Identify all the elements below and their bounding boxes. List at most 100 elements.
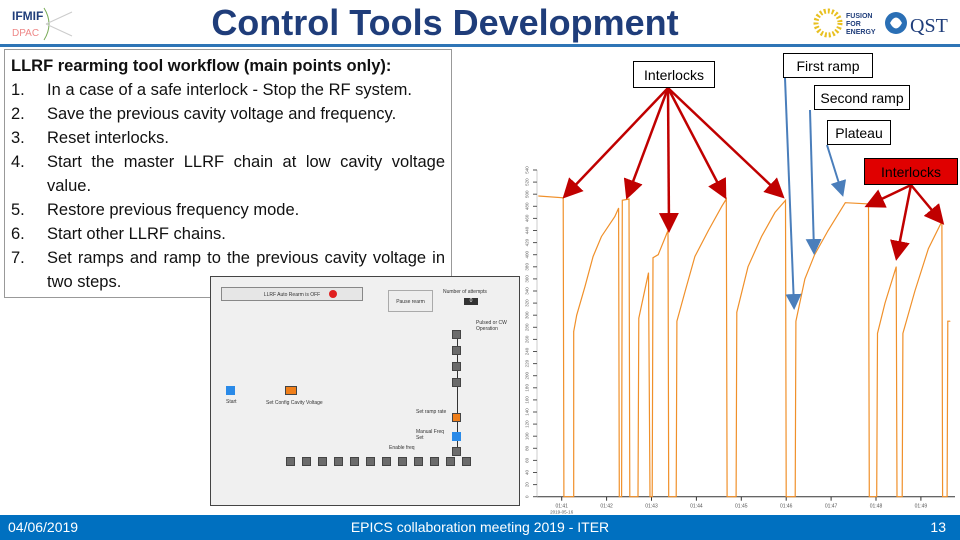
y-tick-label: 340 bbox=[525, 287, 530, 295]
data-point bbox=[621, 496, 622, 498]
step-indicator-active bbox=[452, 413, 461, 422]
start-button[interactable] bbox=[226, 386, 235, 395]
y-tick-label: 200 bbox=[525, 371, 530, 379]
data-point bbox=[877, 332, 878, 334]
step-indicator bbox=[452, 447, 461, 456]
data-point bbox=[794, 496, 796, 498]
first-ramp-callout: First ramp bbox=[783, 53, 873, 78]
step-text: Start other LLRF chains. bbox=[47, 225, 226, 243]
manual-freq-label: Manual Freq Set bbox=[416, 429, 445, 441]
freq-box bbox=[318, 457, 327, 466]
x-tick-label: 01:44 bbox=[690, 504, 703, 510]
workflow-step: 3. Reset interlocks. bbox=[11, 126, 445, 150]
data-point bbox=[694, 256, 696, 257]
step-number: 3. bbox=[11, 129, 25, 147]
data-point bbox=[884, 302, 886, 304]
data-point bbox=[676, 320, 678, 322]
workflow-step: 2. Save the previous cavity voltage and f… bbox=[11, 102, 445, 126]
svg-text:FOR: FOR bbox=[846, 21, 861, 28]
set-ramp-label: Set ramp rate bbox=[416, 409, 447, 415]
data-point bbox=[600, 236, 602, 237]
y-tick-label: 440 bbox=[525, 226, 530, 234]
y-tick-label: 240 bbox=[525, 347, 530, 355]
data-point bbox=[868, 496, 870, 498]
cavity-voltage-trace bbox=[538, 195, 951, 498]
pause-label: Pause rearm bbox=[396, 299, 425, 305]
step-text: Start the master LLRF chain at low cavit… bbox=[47, 153, 445, 195]
header-divider bbox=[0, 44, 960, 47]
x-tick-label: 01:48 bbox=[870, 504, 883, 510]
second-ramp-callout: Second ramp bbox=[814, 85, 910, 110]
y-tick-label: 80 bbox=[525, 445, 530, 451]
data-point bbox=[946, 496, 948, 498]
data-point bbox=[949, 320, 951, 322]
data-point bbox=[876, 496, 878, 498]
auto-rearm-button[interactable]: LLRF Auto Rearm is OFF bbox=[221, 287, 363, 301]
data-point bbox=[725, 198, 727, 200]
freq-box bbox=[302, 457, 311, 466]
freq-box bbox=[382, 457, 391, 466]
freq-box bbox=[430, 457, 439, 466]
plateau-callout: Plateau bbox=[827, 120, 891, 145]
step-number: 2. bbox=[11, 105, 25, 123]
set-config-label: Set Config Cavity Voltage bbox=[266, 400, 323, 406]
data-point bbox=[576, 314, 578, 316]
data-point bbox=[618, 207, 619, 209]
step-number: 5. bbox=[11, 201, 25, 219]
y-tick-label: 360 bbox=[525, 275, 530, 283]
data-point bbox=[927, 248, 929, 250]
step-number: 7. bbox=[11, 249, 25, 267]
data-point bbox=[774, 211, 776, 213]
data-point bbox=[914, 290, 916, 292]
freq-box bbox=[350, 457, 359, 466]
y-tick-label: 500 bbox=[525, 190, 530, 198]
data-point bbox=[652, 257, 654, 259]
data-point bbox=[629, 496, 631, 498]
y-tick-label: 320 bbox=[525, 299, 530, 307]
data-point bbox=[795, 320, 797, 322]
attempts-label: Number of attempts bbox=[443, 289, 487, 295]
data-point bbox=[675, 496, 677, 498]
data-point bbox=[649, 496, 651, 498]
page-number: 13 bbox=[930, 519, 946, 535]
x-tick-label: 01:49 bbox=[915, 504, 928, 510]
data-point bbox=[735, 496, 737, 498]
y-tick-label: 220 bbox=[525, 359, 530, 367]
y-tick-label: 120 bbox=[525, 420, 530, 428]
data-point bbox=[573, 496, 575, 498]
data-point bbox=[804, 278, 806, 280]
rearm-gui-screenshot: LLRF Auto Rearm is OFF Pause rearm Numbe… bbox=[210, 276, 520, 506]
step-text: In a case of a safe interlock - Stop the… bbox=[47, 81, 412, 99]
y-tick-label: 160 bbox=[525, 396, 530, 404]
data-point bbox=[563, 496, 565, 498]
footer-event: EPICS collaboration meeting 2019 - ITER bbox=[350, 519, 610, 535]
auto-rearm-label: LLRF Auto Rearm is OFF bbox=[263, 292, 321, 298]
pause-button[interactable]: Pause rearm bbox=[388, 290, 433, 312]
data-point bbox=[562, 197, 564, 199]
y-tick-label: 400 bbox=[525, 250, 530, 258]
y-tick-label: 40 bbox=[525, 470, 530, 476]
data-point bbox=[827, 230, 829, 231]
data-point bbox=[614, 216, 616, 217]
data-point bbox=[628, 198, 630, 200]
y-tick-label: 280 bbox=[525, 323, 530, 331]
data-point bbox=[657, 254, 659, 256]
x-tick-label: 01:43 bbox=[645, 504, 658, 510]
y-tick-label: 100 bbox=[525, 432, 530, 440]
x-tick-label: 01:46 bbox=[780, 504, 793, 510]
data-point bbox=[638, 317, 640, 319]
y-tick-label: 60 bbox=[525, 457, 530, 463]
data-point bbox=[648, 272, 649, 274]
interlocks-callout-2: Interlocks bbox=[864, 158, 958, 185]
data-point bbox=[592, 256, 594, 257]
step-text: Save the previous cavity voltage and fre… bbox=[47, 105, 397, 123]
svg-text:FUSION: FUSION bbox=[846, 13, 872, 20]
data-point bbox=[684, 290, 686, 292]
workflow-step: 5. Restore previous frequency mode. bbox=[11, 198, 445, 222]
data-point bbox=[621, 199, 623, 201]
data-point bbox=[896, 496, 898, 498]
y-tick-label: 300 bbox=[525, 311, 530, 319]
data-point bbox=[868, 203, 869, 205]
x-tick-label: 01:45 bbox=[735, 504, 748, 510]
data-point bbox=[901, 496, 903, 498]
